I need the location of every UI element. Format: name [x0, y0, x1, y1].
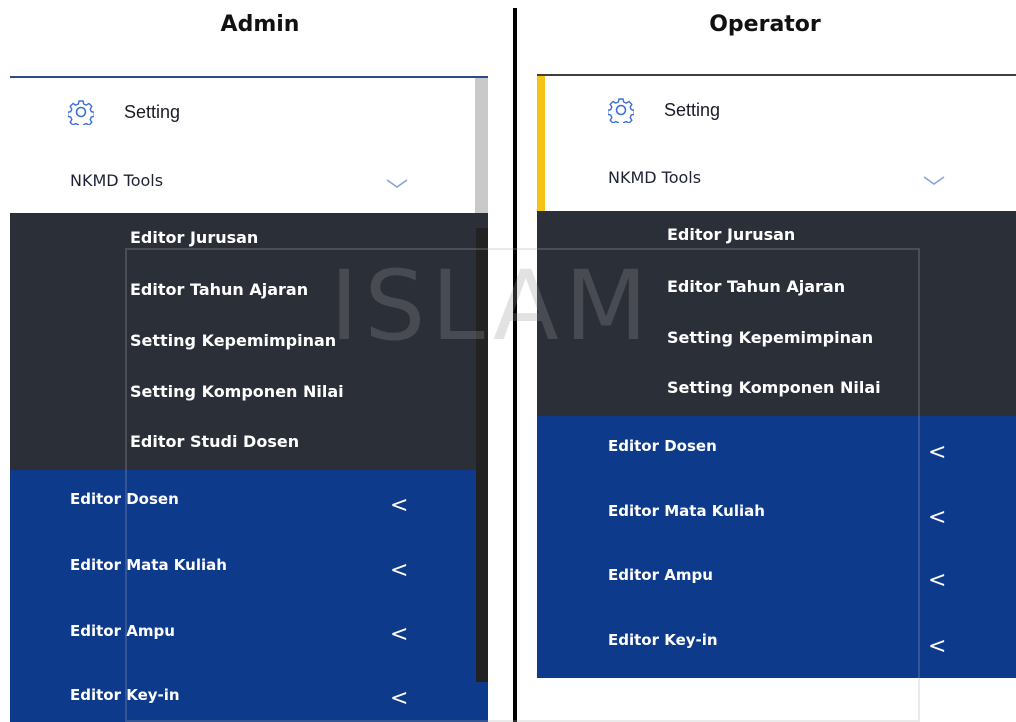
chevron-down-icon[interactable] [385, 178, 409, 190]
operator-blue-item-3[interactable]: Editor Ampu [608, 566, 713, 584]
admin-nkmd-label: NKMD Tools [70, 170, 164, 190]
admin-title: Admin [220, 12, 300, 37]
admin-scroll-track[interactable] [476, 228, 488, 682]
chevron-left-icon[interactable]: < [928, 505, 946, 530]
admin-sub-item-2[interactable]: Editor Tahun Ajaran [130, 280, 308, 299]
column-divider [513, 8, 517, 722]
admin-scrollbar-thumb[interactable] [475, 78, 488, 228]
admin-blue-item-3[interactable]: Editor Ampu [70, 622, 175, 640]
admin-nkmd-tools[interactable]: NKMD Tools [70, 168, 163, 192]
chevron-left-icon[interactable]: < [928, 440, 946, 465]
operator-blue-item-2[interactable]: Editor Mata Kuliah [608, 502, 765, 520]
admin-sub-item-1[interactable]: Editor Jurusan [130, 228, 258, 247]
admin-blue-item-2[interactable]: Editor Mata Kuliah [70, 556, 227, 574]
gear-icon [608, 97, 634, 123]
operator-nkmd-tools[interactable]: NKMD Tools [608, 165, 701, 189]
operator-active-indicator [537, 76, 545, 212]
admin-blue-item-4[interactable]: Editor Key-in [70, 686, 180, 704]
chevron-left-icon[interactable]: < [928, 634, 946, 659]
gear-icon [68, 99, 94, 125]
operator-blue-item-4[interactable]: Editor Key-in [608, 631, 718, 649]
chevron-left-icon[interactable]: < [390, 493, 408, 518]
chevron-left-icon[interactable]: < [390, 558, 408, 583]
chevron-left-icon[interactable]: < [390, 622, 408, 647]
admin-sub-item-3[interactable]: Setting Kepemimpinan [130, 331, 336, 350]
operator-title: Operator [709, 12, 821, 37]
operator-sub-item-4[interactable]: Setting Komponen Nilai [667, 378, 881, 397]
admin-setting-item[interactable]: Setting [68, 96, 180, 128]
admin-blue-item-1[interactable]: Editor Dosen [70, 490, 179, 508]
chevron-left-icon[interactable]: < [928, 568, 946, 593]
admin-setting-label: Setting [124, 101, 181, 122]
operator-blue-item-1[interactable]: Editor Dosen [608, 437, 717, 455]
operator-setting-item[interactable]: Setting [608, 94, 720, 126]
operator-sub-item-2[interactable]: Editor Tahun Ajaran [667, 277, 845, 296]
operator-header-line [537, 74, 1016, 76]
admin-sub-item-5[interactable]: Editor Studi Dosen [130, 432, 299, 451]
operator-sub-item-1[interactable]: Editor Jurusan [667, 225, 795, 244]
chevron-down-icon[interactable] [922, 175, 946, 187]
chevron-left-icon[interactable]: < [390, 686, 408, 711]
operator-sub-item-3[interactable]: Setting Kepemimpinan [667, 328, 873, 347]
operator-nkmd-label: NKMD Tools [608, 167, 702, 187]
admin-sub-item-4[interactable]: Setting Komponen Nilai [130, 382, 344, 401]
operator-setting-label: Setting [664, 99, 721, 120]
admin-header-line [10, 76, 488, 78]
